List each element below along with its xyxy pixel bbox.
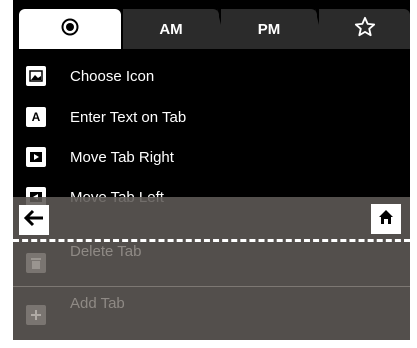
trash-icon [26, 253, 46, 273]
tab-star[interactable] [319, 9, 410, 49]
image-icon [26, 66, 46, 86]
letter-a-icon: A [26, 107, 46, 127]
menu-item-add-tab[interactable]: Add Tab [13, 295, 410, 335]
home-button[interactable] [371, 204, 401, 234]
radio-dot-icon [61, 18, 79, 40]
star-outline-icon [354, 16, 376, 42]
home-icon [378, 209, 394, 230]
arrow-left-icon [23, 209, 45, 232]
tab-am-label: AM [159, 20, 183, 38]
tab-pm-label: PM [257, 20, 281, 38]
menu-item-delete-tab[interactable]: Delete Tab [13, 243, 410, 283]
menu-item-move-right[interactable]: Move Tab Right [13, 137, 410, 177]
menu-item-enter-text[interactable]: A Enter Text on Tab [13, 97, 410, 137]
menu-item-label: Enter Text on Tab [70, 108, 187, 126]
menu-item-label: Choose Icon [70, 67, 155, 85]
dashed-divider [13, 239, 410, 242]
menu-item-label: Add Tab [70, 295, 125, 312]
divider [13, 286, 410, 287]
tab-pm[interactable]: PM [221, 9, 325, 49]
tab-bar: AM PM [13, 9, 410, 49]
arrow-right-box-icon [26, 147, 46, 167]
tab-am[interactable]: AM [123, 9, 227, 49]
menu-item-choose-icon[interactable]: Choose Icon [13, 56, 410, 96]
menu-item-label: Move Tab Right [70, 148, 174, 166]
dimmed-overlay: Delete Tab Add Tab [13, 197, 410, 340]
tab-radio[interactable] [19, 9, 121, 49]
menu-item-label: Delete Tab [70, 243, 142, 260]
app-frame: AM PM Choose Icon A Enter Text on Tab Mo… [13, 0, 410, 340]
back-button[interactable] [19, 205, 49, 235]
plus-icon [26, 305, 46, 325]
